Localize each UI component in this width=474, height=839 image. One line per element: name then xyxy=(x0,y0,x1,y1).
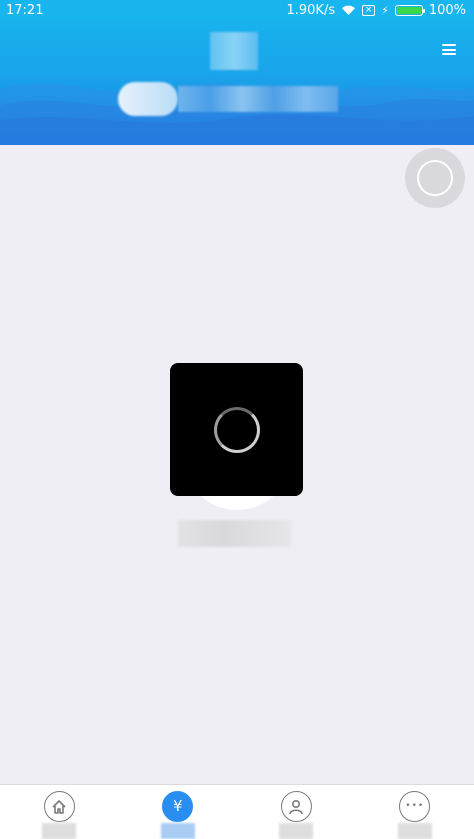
yuan-icon: ¥ xyxy=(162,791,194,822)
floating-assist-button[interactable] xyxy=(405,148,465,208)
tab-profile-label-pixelated xyxy=(279,823,314,839)
battery-percent: 100% xyxy=(428,2,466,18)
tab-more[interactable]: ••• xyxy=(356,785,474,839)
charging-icon: ⚡ xyxy=(381,3,389,17)
network-speed: 1.90K/s xyxy=(286,2,336,18)
battery-fill xyxy=(396,6,421,14)
header-banner xyxy=(0,20,474,145)
battery-icon xyxy=(394,4,425,16)
tab-finance[interactable]: ¥ xyxy=(119,785,238,839)
status-time: 17:21 xyxy=(6,2,44,18)
tab-finance-label-pixelated xyxy=(160,823,195,839)
status-bar: 17:21 1.90K/s × ⚡ 100% xyxy=(0,0,474,20)
more-icon: ••• xyxy=(399,791,431,822)
header-search-pill[interactable] xyxy=(118,82,178,116)
header-subtitle-pixelated xyxy=(178,86,338,112)
home-icon xyxy=(43,791,75,822)
status-indicators: 1.90K/s × ⚡ 100% xyxy=(286,3,466,18)
loading-spinner-icon xyxy=(213,406,260,453)
hamburger-menu-icon[interactable] xyxy=(442,44,456,55)
loading-toast xyxy=(170,363,303,496)
tab-profile[interactable] xyxy=(237,785,356,839)
tab-home-label-pixelated xyxy=(42,823,77,839)
wifi-icon xyxy=(342,5,356,15)
tab-home[interactable] xyxy=(0,785,119,839)
header-title-pixelated xyxy=(210,32,258,70)
tab-more-label-pixelated xyxy=(397,823,432,839)
circle-icon xyxy=(417,160,453,196)
bottom-tab-bar: ¥ ••• xyxy=(0,784,474,839)
user-icon xyxy=(280,791,312,822)
sim-icon: × xyxy=(362,4,376,16)
content-text-pixelated xyxy=(178,520,291,547)
